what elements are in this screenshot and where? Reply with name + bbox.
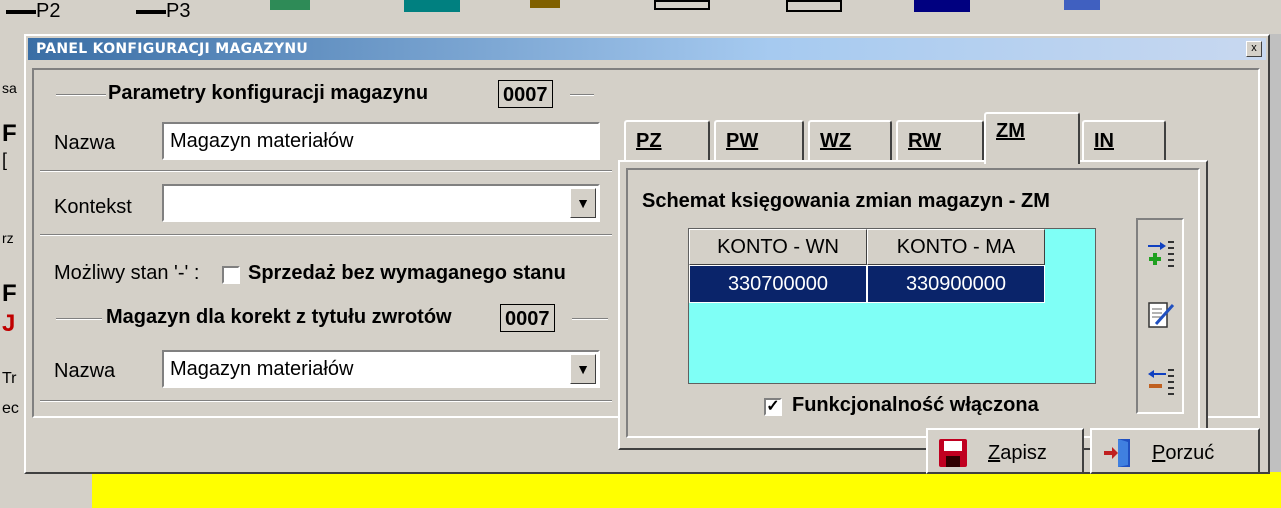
save-text: apisz	[1000, 442, 1047, 464]
accounts-grid[interactable]: KONTO - WN KONTO - MA 330700000 33090000…	[688, 228, 1096, 384]
context-select[interactable]: ▼	[162, 184, 600, 222]
tab-label: ZM	[996, 120, 1025, 142]
tab-rw[interactable]: RW	[896, 120, 984, 162]
bg-fragment: Tr	[2, 370, 17, 387]
bg-fragment: sa	[2, 80, 17, 96]
tab-label: IN	[1094, 130, 1114, 152]
background-yellow-area	[92, 472, 1281, 508]
enabled-checkbox[interactable]: ✓	[764, 398, 782, 416]
config-dialog: PANEL KONFIGURACJI MAGAZYNU x Parametry …	[24, 34, 1270, 474]
params-title: Parametry konfiguracji magazynu	[108, 82, 429, 104]
tab-panel-zm: Schemat księgowania zmian magazyn - ZM K…	[618, 160, 1208, 450]
tab-pz[interactable]: PZ	[624, 120, 710, 162]
chevron-down-icon[interactable]: ▼	[570, 188, 596, 218]
add-row-icon[interactable]	[1146, 238, 1176, 268]
cancel-mnemonic: P	[1152, 442, 1166, 464]
save-label: Zapisz	[988, 442, 1047, 465]
close-button[interactable]: x	[1246, 41, 1262, 57]
bg-fragment: F	[2, 120, 17, 147]
row-tools	[1136, 218, 1184, 414]
bg-fragment: rz	[2, 230, 14, 246]
bg-fragment: F	[2, 280, 17, 307]
column-header-wn[interactable]: KONTO - WN	[689, 229, 867, 265]
delete-row-icon[interactable]	[1146, 366, 1176, 396]
tab-pw[interactable]: PW	[714, 120, 804, 162]
enabled-label: Funkcjonalność włączona	[792, 394, 1039, 416]
params-code: 0007	[498, 80, 553, 108]
bg-fragment: J	[2, 310, 16, 337]
stan-text: Sprzedaż bez wymaganego stanu	[248, 262, 566, 284]
edit-row-icon[interactable]	[1146, 300, 1176, 330]
toolbar-icon[interactable]	[270, 0, 310, 10]
column-header-ma[interactable]: KONTO - MA	[867, 229, 1045, 265]
floppy-icon	[938, 438, 968, 468]
group-line	[56, 318, 102, 320]
bg-fragment: [	[2, 150, 8, 170]
toolbar-icon[interactable]	[914, 0, 970, 12]
tab-label: PW	[726, 130, 759, 152]
schema-title: Schemat księgowania zmian magazyn - ZM	[642, 190, 1050, 212]
exit-door-icon	[1102, 438, 1132, 468]
toolbar-item-p3[interactable]: P3	[136, 0, 190, 22]
toolbar-item-p2[interactable]: P2	[6, 0, 60, 22]
title-bar[interactable]: PANEL KONFIGURACJI MAGAZYNU x	[28, 38, 1266, 60]
stan-label: Możliwy stan '-' :	[54, 262, 200, 284]
tab-in[interactable]: IN	[1082, 120, 1166, 162]
toolbar-icon[interactable]	[404, 0, 460, 12]
dialog-title: PANEL KONFIGURACJI MAGAZYNU	[36, 41, 309, 57]
returns-name-select[interactable]: Magazyn materiałów ▼	[162, 350, 600, 388]
tab-label: RW	[908, 130, 941, 152]
name-label: Nazwa	[54, 132, 116, 154]
stan-checkbox[interactable]	[222, 266, 240, 284]
save-button[interactable]: Zapisz	[926, 428, 1084, 474]
toolbar-label: P3	[166, 0, 191, 22]
returns-name-value: Magazyn materiałów	[170, 358, 354, 380]
grid-cell-ma[interactable]: 330900000	[867, 265, 1045, 303]
save-mnemonic: Z	[988, 442, 1001, 464]
group-line	[56, 94, 106, 96]
name-input[interactable]: Magazyn materiałów	[162, 122, 600, 160]
tab-label: PZ	[636, 130, 662, 152]
tab-label: WZ	[820, 130, 852, 152]
schema-frame: Schemat księgowania zmian magazyn - ZM K…	[626, 168, 1200, 438]
close-icon: x	[1251, 42, 1257, 54]
cancel-text: orzuć	[1165, 442, 1215, 464]
grid-cell-wn[interactable]: 330700000	[689, 265, 867, 303]
toolbar-icon[interactable]	[786, 0, 842, 12]
cancel-button[interactable]: Porzuć	[1090, 428, 1260, 474]
group-line	[570, 94, 594, 96]
bg-fragment: ec	[2, 400, 19, 417]
divider	[40, 170, 612, 172]
toolbar-icon[interactable]	[654, 0, 710, 10]
divider	[40, 234, 612, 236]
toolbar-icon[interactable]	[530, 0, 560, 8]
tab-wz[interactable]: WZ	[808, 120, 892, 162]
background-toolbar: P2 P3	[0, 0, 1281, 34]
toolbar-label: P2	[36, 0, 61, 22]
toolbar-icon[interactable]	[1064, 0, 1100, 10]
returns-code: 0007	[500, 304, 555, 332]
returns-name-label: Nazwa	[54, 360, 116, 382]
cancel-label: Porzuć	[1152, 442, 1214, 465]
returns-title: Magazyn dla korekt z tytułu zwrotów	[106, 306, 452, 328]
chevron-down-icon[interactable]: ▼	[570, 354, 596, 384]
context-label: Kontekst	[54, 196, 132, 218]
group-line	[572, 318, 608, 320]
tab-zm[interactable]: ZM	[984, 112, 1080, 164]
divider	[40, 400, 612, 402]
